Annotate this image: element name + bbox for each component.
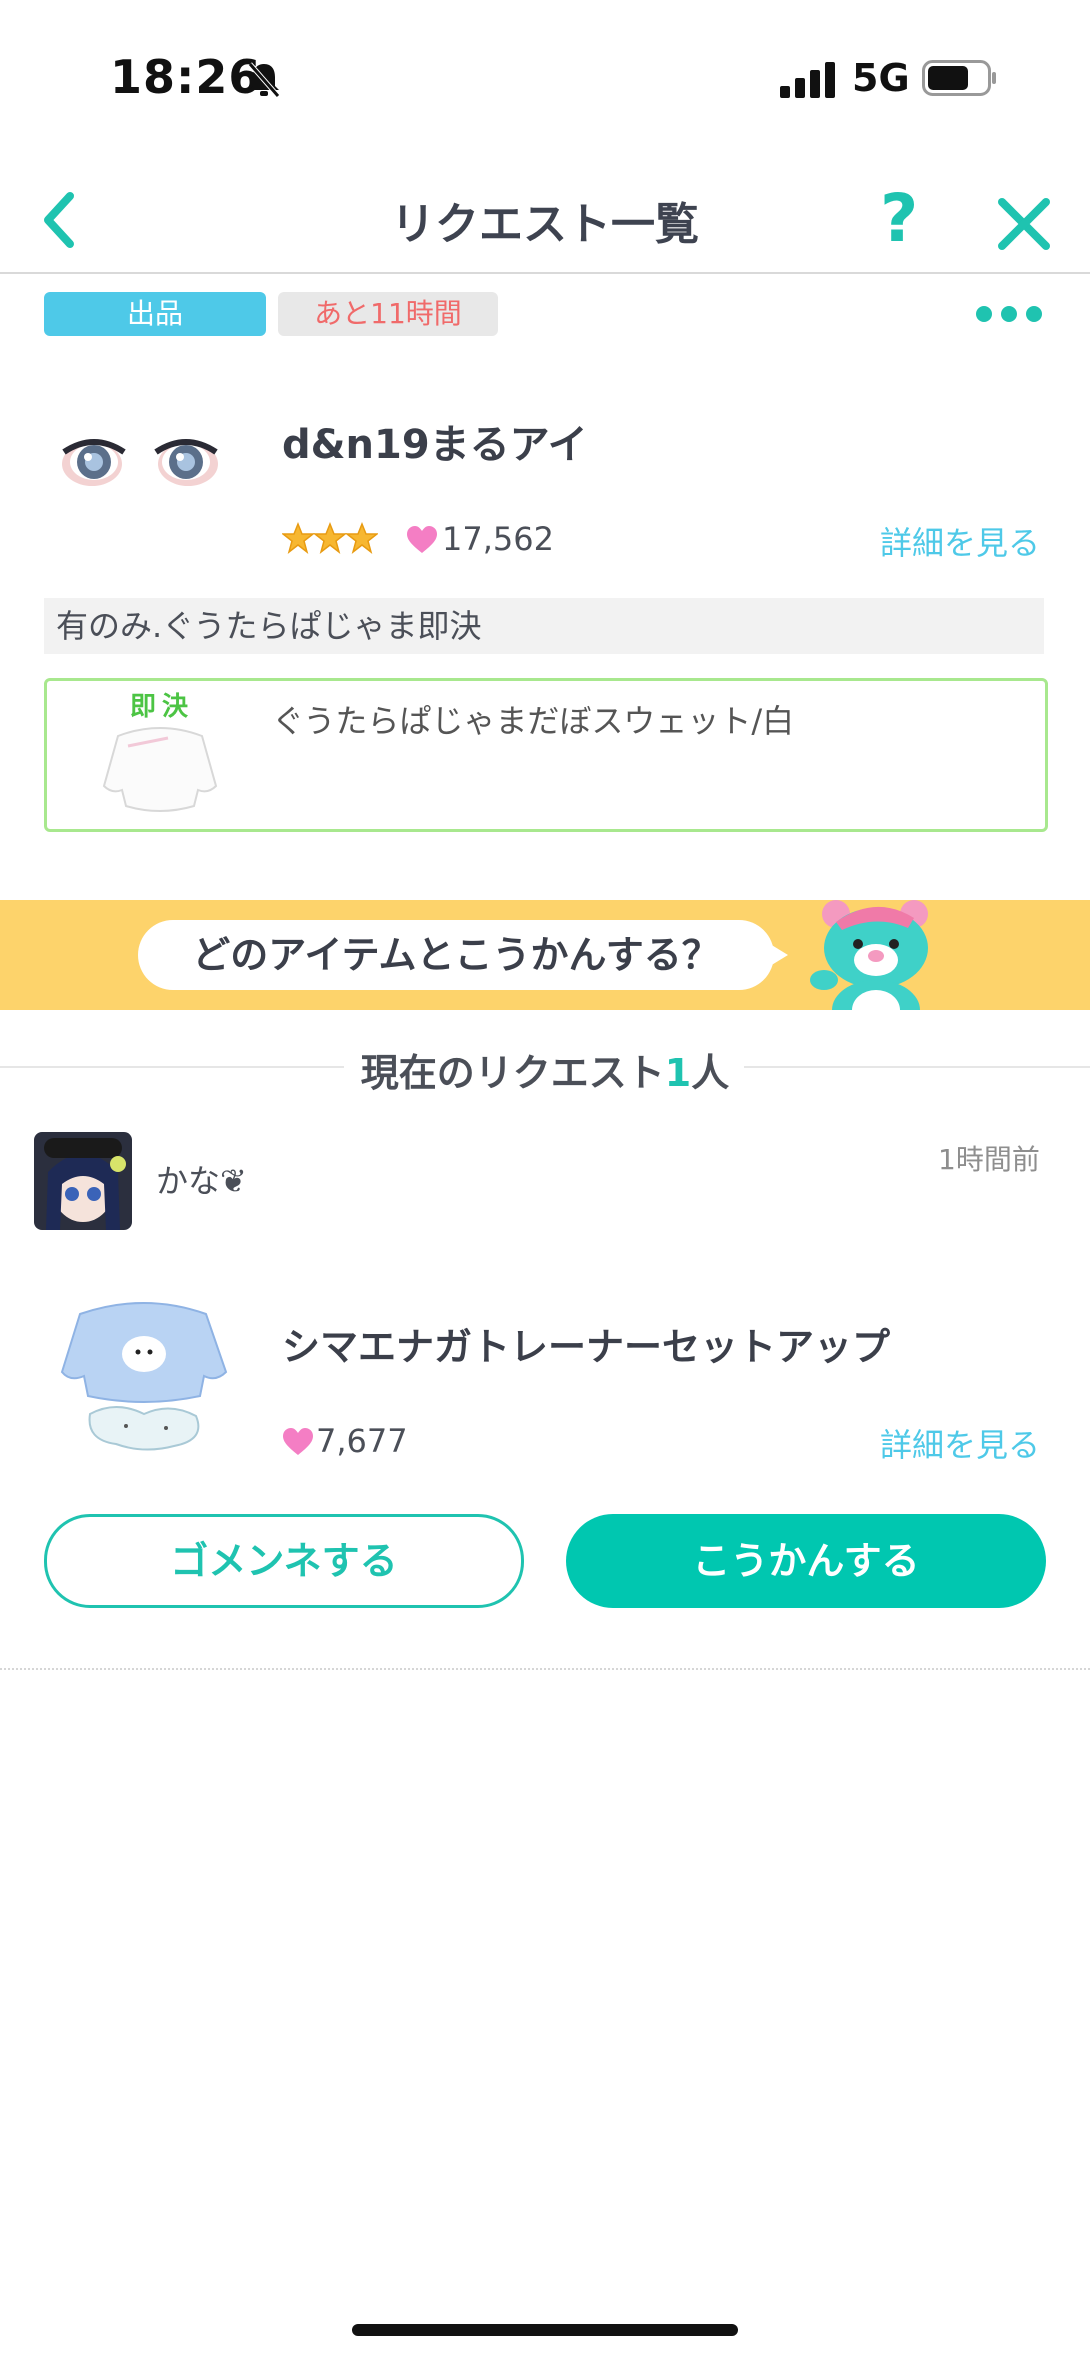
offer-item-image bbox=[60, 1302, 228, 1451]
nav-divider bbox=[0, 272, 1090, 274]
sale-badge: 出品 bbox=[44, 292, 266, 336]
decline-button[interactable]: ゴメンネする bbox=[44, 1514, 524, 1608]
status-time: 18:26 bbox=[110, 50, 262, 104]
offer-details-link[interactable]: 詳細を見る bbox=[880, 1420, 1040, 1466]
requests-heading: 現在のリクエスト1人 bbox=[0, 1042, 1090, 1097]
heart-icon bbox=[283, 1428, 313, 1455]
item-name: d&n19まるアイ bbox=[282, 422, 588, 468]
offer-item-name: シマエナガトレーナーセットアップ bbox=[282, 1325, 891, 1369]
item-likes: 17,562 bbox=[442, 520, 554, 558]
requests-heading-suffix: 人 bbox=[691, 1051, 730, 1095]
wanted-item-name: ぐうたらぱじゃまだぼスウェット/白 bbox=[272, 702, 795, 740]
listing-note: 有のみ.ぐうたらぱじゃま即決 bbox=[44, 598, 1044, 654]
home-indicator[interactable] bbox=[352, 2324, 738, 2336]
accept-exchange-button[interactable]: こうかんする bbox=[566, 1514, 1046, 1608]
battery-icon bbox=[922, 60, 996, 96]
requests-count: 1 bbox=[664, 1051, 692, 1095]
request-time: 1時間前 bbox=[938, 1143, 1040, 1176]
exchange-prompt-bubble: どのアイテムとこうかんする？ bbox=[138, 920, 774, 990]
network-label: 5G bbox=[852, 56, 910, 100]
time-left-badge: あと11時間 bbox=[278, 292, 498, 336]
page-title: リクエスト一覧 bbox=[391, 199, 699, 250]
item-eyes-image bbox=[62, 439, 218, 486]
more-options-icon[interactable] bbox=[974, 304, 1044, 324]
bell-muted-icon bbox=[248, 62, 280, 98]
requests-heading-prefix: 現在のリクエスト bbox=[360, 1051, 665, 1095]
heart-icon bbox=[407, 526, 437, 553]
list-end-divider bbox=[0, 1668, 1090, 1670]
close-icon[interactable] bbox=[996, 196, 1052, 252]
user-avatar[interactable] bbox=[34, 1132, 132, 1230]
wanted-item-image bbox=[102, 727, 218, 812]
offer-likes: 7,677 bbox=[316, 1422, 408, 1460]
help-button[interactable]: ? bbox=[880, 186, 918, 252]
rarity-stars-icon bbox=[282, 522, 378, 554]
bear-mascot-icon bbox=[810, 900, 928, 1010]
user-name: かな❦ bbox=[156, 1162, 247, 1200]
item-details-link[interactable]: 詳細を見る bbox=[880, 518, 1040, 564]
signal-icon bbox=[780, 62, 835, 98]
bubble-tail bbox=[770, 944, 788, 966]
